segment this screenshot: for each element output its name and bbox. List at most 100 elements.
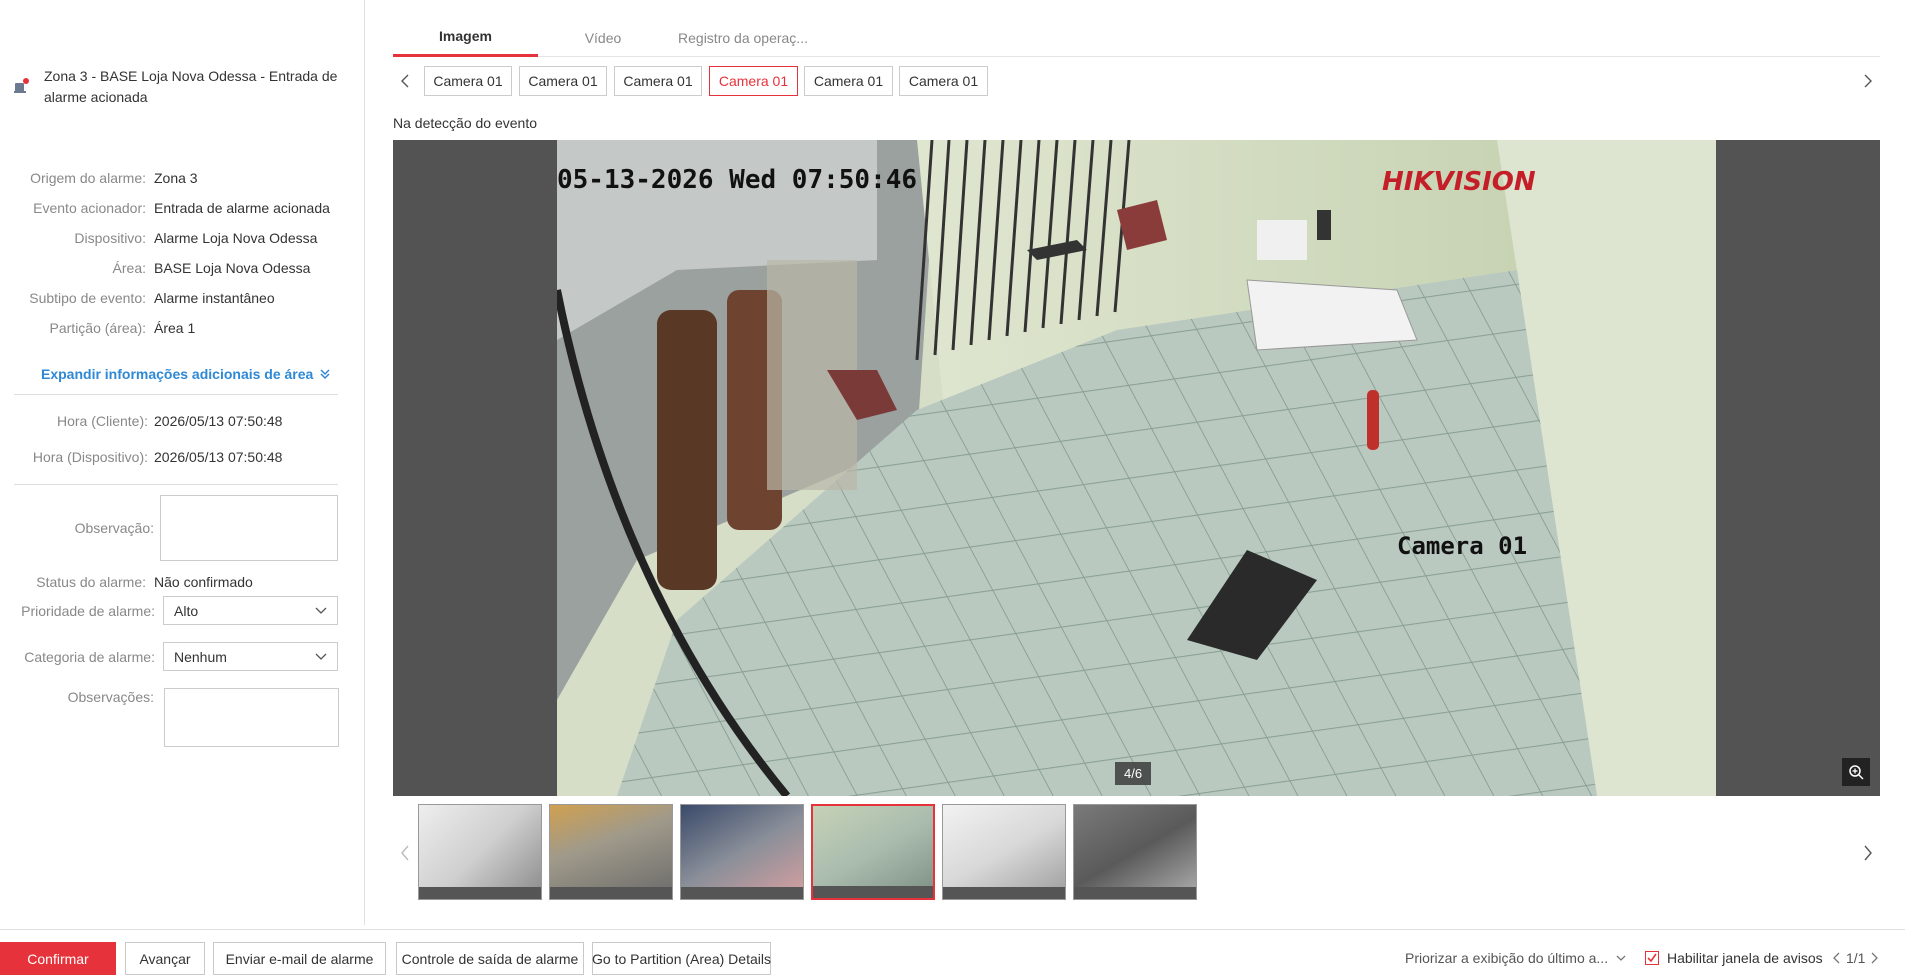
thumbnail-next-arrow[interactable]: [1856, 838, 1880, 868]
enable-popup-label: Habilitar janela de avisos: [1667, 950, 1823, 966]
client-time-row: Hora (Cliente): 2026/05/13 07:50:48: [0, 413, 360, 429]
divider: [14, 394, 338, 395]
alarm-details-panel: Zona 3 - BASE Loja Nova Odessa - Entrada…: [0, 0, 365, 925]
page-prev-button[interactable]: [1833, 952, 1840, 964]
remarks-label: Observações:: [67, 689, 154, 705]
zoom-in-icon: [1849, 765, 1864, 780]
event-capture-label: Na detecção do evento: [393, 115, 537, 131]
camera-snapshot[interactable]: 05-13-2026 Wed 07:50:46 HIKVISION Camera…: [557, 140, 1716, 796]
tab-bar: Imagem Vídeo Registro da operaç...: [393, 18, 1880, 57]
info-value: Alarme Loja Nova Odessa: [154, 230, 318, 246]
thumbnail-caption-bar: [681, 887, 803, 899]
priority-value: Alto: [174, 602, 199, 619]
divider: [14, 484, 338, 485]
page-next-button[interactable]: [1871, 952, 1879, 964]
camera-button[interactable]: Camera 01: [614, 66, 702, 96]
client-time-label: Hora (Cliente):: [56, 413, 148, 429]
thumbnail-selected[interactable]: [811, 804, 935, 900]
priority-select[interactable]: Alto: [163, 596, 338, 625]
advance-button[interactable]: Avançar: [125, 942, 205, 975]
thumbnail-caption-bar: [550, 887, 672, 899]
alarm-status-value: Não confirmado: [154, 574, 253, 590]
chevron-right-icon: [1864, 74, 1872, 88]
chevron-left-icon: [401, 845, 409, 861]
camera-button-selected[interactable]: Camera 01: [709, 66, 798, 96]
alarm-window: Zona 3 - BASE Loja Nova Odessa - Entrada…: [0, 0, 1905, 978]
osd-brand-text: HIKVISION: [1382, 167, 1536, 197]
camera-button[interactable]: Camera 01: [804, 66, 893, 96]
camera-button[interactable]: Camera 01: [899, 66, 988, 96]
camera-button[interactable]: Camera 01: [424, 66, 512, 96]
info-row-event-subtype: Subtipo de evento: Alarme instantâneo: [0, 287, 360, 309]
info-value: Alarme instantâneo: [154, 290, 275, 306]
category-label: Categoria de alarme:: [24, 649, 155, 665]
info-value: Entrada de alarme acionada: [154, 200, 330, 216]
thumbnail[interactable]: [418, 804, 542, 900]
tab-video-label: Vídeo: [584, 29, 622, 46]
thumbnail[interactable]: [549, 804, 673, 900]
thumbnail[interactable]: [1073, 804, 1197, 900]
thumbnail[interactable]: [942, 804, 1066, 900]
device-time-label: Hora (Dispositivo):: [32, 449, 148, 465]
thumbnail-caption-bar: [1074, 887, 1196, 899]
snapshot-illustration: 05-13-2026 Wed 07:50:46 HIKVISION Camera…: [557, 140, 1716, 796]
info-value: BASE Loja Nova Odessa: [154, 260, 311, 276]
expand-area-info-link[interactable]: Expandir informações adicionais de área: [41, 366, 331, 382]
image-counter: 4/6: [1115, 762, 1152, 785]
alarm-header: Zona 3 - BASE Loja Nova Odessa - Entrada…: [14, 66, 344, 108]
enable-popup-checkbox[interactable]: Habilitar janela de avisos: [1645, 950, 1823, 966]
remarks-textarea[interactable]: [164, 688, 339, 747]
info-value: Área 1: [154, 320, 196, 336]
chevron-down-icon: [315, 653, 327, 660]
category-select[interactable]: Nenhum: [163, 642, 338, 671]
info-label: Subtipo de evento:: [29, 290, 146, 306]
zoom-button[interactable]: [1842, 758, 1870, 786]
thumbnail-prev-arrow[interactable]: [393, 838, 417, 868]
device-time-row: Hora (Dispositivo): 2026/05/13 07:50:48: [0, 449, 360, 465]
tab-operation-log[interactable]: Registro da operaç...: [668, 18, 818, 57]
chevron-right-icon: [1872, 952, 1879, 964]
alarm-title: Zona 3 - BASE Loja Nova Odessa - Entrada…: [44, 68, 338, 105]
info-row-device: Dispositivo: Alarme Loja Nova Odessa: [0, 227, 360, 249]
info-row-partition: Partição (área): Área 1: [0, 317, 360, 339]
chevron-left-icon: [1833, 952, 1840, 964]
prioritize-display-label: Priorizar a exibição do último a...: [1405, 950, 1609, 966]
device-time-value: 2026/05/13 07:50:48: [154, 449, 283, 465]
camera-button[interactable]: Camera 01: [519, 66, 607, 96]
thumbnail-caption-bar: [813, 886, 933, 898]
image-viewer: 05-13-2026 Wed 07:50:46 HIKVISION Camera…: [393, 140, 1880, 796]
info-row-trigger-event: Evento acionador: Entrada de alarme acio…: [0, 197, 360, 219]
info-label: Evento acionador:: [33, 200, 146, 216]
info-label: Área:: [112, 260, 146, 276]
go-to-partition-details-button[interactable]: Go to Partition (Area) Details: [592, 942, 771, 975]
tab-image-label: Imagem: [439, 28, 492, 44]
thumbnail-caption-bar: [419, 887, 541, 899]
camera-prev-arrow[interactable]: [393, 66, 417, 96]
thumbnail-caption-bar: [943, 887, 1065, 899]
confirm-button[interactable]: Confirmar: [0, 942, 116, 975]
info-row-origin: Origem do alarme: Zona 3: [0, 167, 360, 189]
expand-area-info-label: Expandir informações adicionais de área: [41, 366, 314, 382]
tab-video[interactable]: Vídeo: [543, 18, 663, 57]
prioritize-display-dropdown[interactable]: Priorizar a exibição do último a...: [1405, 950, 1626, 966]
chevron-right-icon: [1864, 845, 1872, 861]
tab-operation-log-label: Registro da operaç...: [678, 29, 808, 46]
pager: 1/1: [1833, 950, 1879, 966]
osd-timestamp-text: 05-13-2026 Wed 07:50:46: [557, 165, 917, 195]
checkbox-checked-icon: [1645, 951, 1659, 965]
camera-next-arrow[interactable]: [1856, 66, 1880, 96]
alarm-status-row: Status do alarme: Não confirmado: [0, 571, 360, 593]
chevron-left-icon: [401, 74, 409, 88]
info-row-area: Área: BASE Loja Nova Odessa: [0, 257, 360, 279]
chevron-down-icon: [315, 607, 327, 614]
camera-selector-bar: Camera 01 Camera 01 Camera 01 Camera 01 …: [393, 66, 1880, 96]
send-alarm-email-button[interactable]: Enviar e-mail de alarme: [213, 942, 386, 975]
category-value: Nenhum: [174, 648, 227, 665]
client-time-value: 2026/05/13 07:50:48: [154, 413, 283, 429]
alarm-output-control-button[interactable]: Controle de saída de alarme: [396, 942, 584, 975]
observation-textarea[interactable]: [160, 495, 338, 561]
thumbnail[interactable]: [680, 804, 804, 900]
tab-image[interactable]: Imagem: [393, 18, 538, 57]
priority-label: Prioridade de alarme:: [21, 603, 155, 619]
info-value: Zona 3: [154, 170, 198, 186]
